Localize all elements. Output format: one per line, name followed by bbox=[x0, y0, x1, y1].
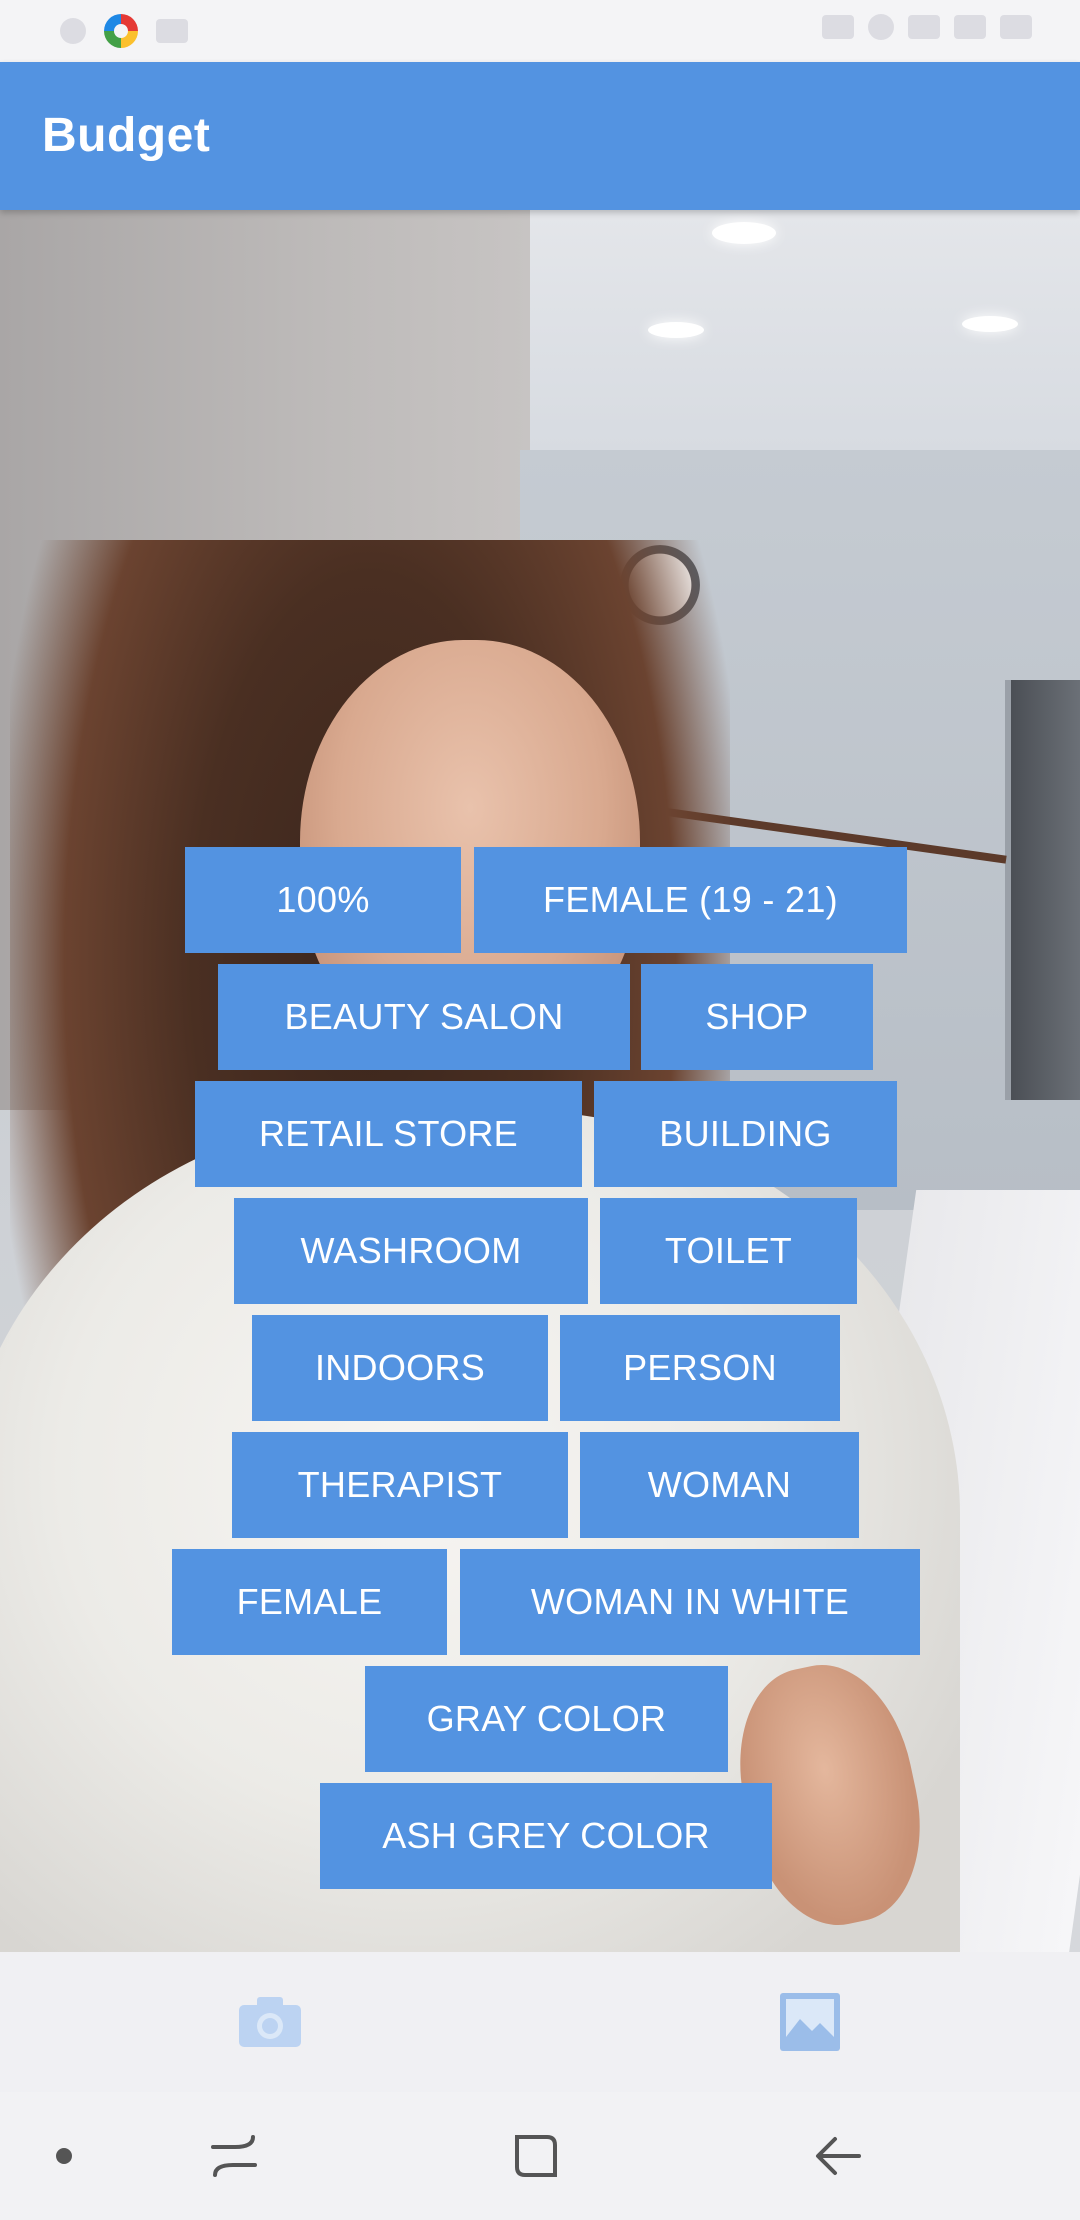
status-bar bbox=[0, 0, 1080, 62]
notification-icon bbox=[60, 18, 86, 44]
tag-person: PERSON bbox=[560, 1315, 840, 1421]
tag-beauty-salon: BEAUTY SALON bbox=[218, 964, 630, 1070]
camera-button[interactable] bbox=[230, 1982, 310, 2062]
tag-female-age: FEMALE (19 - 21) bbox=[474, 847, 907, 953]
battery-saver-icon bbox=[822, 15, 854, 39]
ceiling-light bbox=[962, 316, 1018, 332]
recents-button[interactable] bbox=[204, 2126, 264, 2186]
tag-indoors: INDOORS bbox=[252, 1315, 548, 1421]
tag-female: FEMALE bbox=[172, 1549, 447, 1655]
back-icon bbox=[816, 2137, 861, 2175]
app-notification-icon bbox=[104, 14, 138, 48]
tag-toilet: TOILET bbox=[600, 1198, 857, 1304]
action-bar bbox=[0, 1952, 1080, 2092]
nav-dot-button[interactable] bbox=[34, 2126, 94, 2186]
back-button[interactable] bbox=[808, 2126, 868, 2186]
tag-building: BUILDING bbox=[594, 1081, 897, 1187]
ceiling-light bbox=[712, 222, 776, 244]
battery-icon bbox=[1000, 15, 1032, 39]
mail-icon bbox=[156, 19, 188, 43]
screen: Budget 100% FEMALE (19 - 21) BEAUTY SALO… bbox=[0, 0, 1080, 2220]
tag-confidence: 100% bbox=[185, 847, 461, 953]
tag-shop: SHOP bbox=[641, 964, 873, 1070]
camera-icon bbox=[239, 1997, 301, 2047]
dot-icon bbox=[56, 2148, 72, 2164]
signal-icon bbox=[954, 15, 986, 39]
tag-washroom: WASHROOM bbox=[234, 1198, 588, 1304]
app-bar: Budget bbox=[0, 62, 1080, 210]
gallery-icon bbox=[780, 1993, 840, 2051]
alarm-icon bbox=[868, 14, 894, 40]
ceiling-light bbox=[648, 322, 704, 338]
tag-ash-grey-color: ASH GREY COLOR bbox=[320, 1783, 772, 1889]
tag-woman: WOMAN bbox=[580, 1432, 859, 1538]
tag-woman-in-white: WOMAN IN WHITE bbox=[460, 1549, 920, 1655]
tag-retail-store: RETAIL STORE bbox=[195, 1081, 582, 1187]
navigation-bar bbox=[0, 2092, 1080, 2220]
gallery-button[interactable] bbox=[770, 1982, 850, 2062]
tag-therapist: THERAPIST bbox=[232, 1432, 568, 1538]
wifi-icon bbox=[908, 15, 940, 39]
home-icon bbox=[515, 2135, 557, 2177]
wall-sign bbox=[1005, 680, 1080, 1100]
tag-gray-color: GRAY COLOR bbox=[365, 1666, 728, 1772]
home-button[interactable] bbox=[506, 2126, 566, 2186]
recents-icon bbox=[211, 2135, 257, 2177]
app-title: Budget bbox=[42, 109, 211, 162]
